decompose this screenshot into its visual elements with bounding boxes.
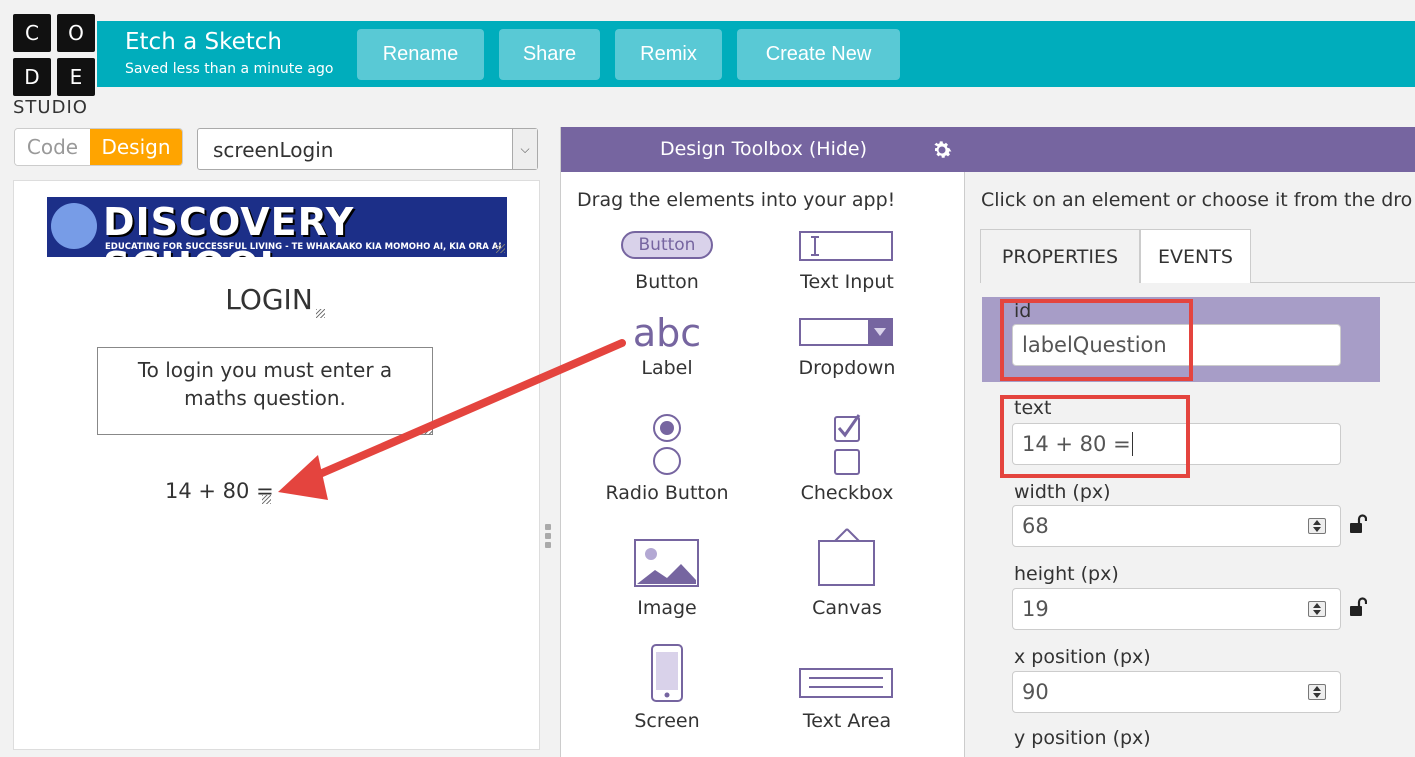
id-highlight-box — [1000, 299, 1193, 381]
properties-hint: Click on an element or choose it from th… — [981, 189, 1413, 211]
app-preview-canvas[interactable]: DISCOVERY SCHOOL EDUCATING FOR SUCCESSFU… — [13, 180, 540, 750]
text-input-icon — [799, 231, 893, 261]
toolbox-item-canvas[interactable]: Canvas — [757, 527, 937, 622]
button-icon: Button — [577, 231, 757, 261]
resize-handle-icon[interactable] — [496, 244, 505, 253]
school-banner-image[interactable]: DISCOVERY SCHOOL EDUCATING FOR SUCCESSFU… — [47, 197, 507, 257]
screen-icon — [651, 644, 683, 702]
toolbox-item-label: Radio Button — [605, 482, 729, 504]
toolbox-item-label: Checkbox — [800, 482, 894, 504]
toolbox-hint: Drag the elements into your app! — [577, 189, 896, 211]
toolbox-header[interactable]: Design Toolbox (Hide) — [561, 127, 966, 172]
tab-events[interactable]: EVENTS — [1140, 229, 1251, 283]
unlock-icon[interactable] — [1349, 514, 1367, 534]
tab-divider — [1251, 282, 1415, 283]
toolbox-item-button[interactable]: Button Button — [577, 227, 757, 297]
save-status: Saved less than a minute ago — [125, 61, 334, 77]
project-name: Etch a Sketch — [125, 29, 282, 55]
logo-studio-text: STUDIO — [13, 97, 88, 118]
chevron-down-icon[interactable]: ⌵ — [512, 129, 537, 169]
login-message-textarea[interactable]: To login you must enter a maths question… — [97, 347, 433, 435]
toolbox-item-screen[interactable]: Screen — [577, 642, 757, 732]
width-field-label: width (px) — [1014, 481, 1111, 503]
gear-icon[interactable] — [930, 138, 954, 162]
toolbox-item-label-element[interactable]: abc Label — [577, 312, 757, 387]
code-mode-button[interactable]: Code — [15, 129, 90, 165]
rename-button[interactable]: Rename — [357, 29, 484, 80]
toolbox-item-radio-button[interactable]: Radio Button — [577, 407, 757, 507]
resize-handle-icon[interactable] — [316, 309, 325, 318]
login-title-label[interactable]: LOGIN — [14, 283, 524, 316]
dropdown-icon — [799, 318, 893, 346]
height-stepper[interactable] — [1308, 601, 1326, 617]
toolbox-item-label: Button — [635, 271, 699, 293]
share-button[interactable]: Share — [499, 29, 600, 80]
toolbox-item-dropdown[interactable]: Dropdown — [757, 312, 937, 387]
x-position-stepper[interactable] — [1308, 684, 1326, 700]
toolbox-item-label: Label — [641, 357, 693, 379]
toolbox-item-label: Text Input — [800, 271, 894, 293]
toolbox-item-label: Screen — [634, 710, 700, 732]
x-position-field-label: x position (px) — [1014, 646, 1151, 668]
label-icon: abc — [632, 311, 702, 355]
toolbox-item-text-area[interactable]: Text Area — [757, 642, 937, 732]
screen-dropdown-value: screenLogin — [213, 138, 334, 162]
header-bar: Etch a Sketch Saved less than a minute a… — [97, 21, 1415, 87]
x-position-field[interactable]: 90 — [1012, 671, 1341, 713]
toolbox-item-label: Dropdown — [798, 357, 896, 379]
design-toolbox: Design Toolbox (Hide) Drag the elements … — [560, 127, 966, 757]
remix-button[interactable]: Remix — [615, 29, 722, 80]
code-studio-logo[interactable]: C O D E STUDIO — [13, 14, 97, 118]
logo-letter-c: C — [13, 14, 51, 52]
radio-button-icon — [653, 414, 681, 475]
banner-emblem-icon — [51, 203, 97, 249]
properties-header — [966, 127, 1415, 172]
canvas-icon — [818, 528, 875, 586]
screen-dropdown[interactable]: screenLogin ⌵ — [197, 128, 538, 170]
code-design-toggle: Code Design — [14, 128, 183, 166]
banner-subtitle: EDUCATING FOR SUCCESSFUL LIVING - TE WHA… — [105, 242, 502, 252]
y-position-field-label: y position (px) — [1014, 727, 1151, 749]
properties-panel: Click on an element or choose it from th… — [966, 127, 1415, 757]
toolbox-item-label: Text Area — [802, 710, 892, 732]
resize-handle-icon[interactable] — [424, 426, 433, 435]
checkbox-icon — [834, 414, 861, 475]
panel-splitter-handle[interactable] — [545, 524, 553, 554]
toolbox-item-text-input[interactable]: Text Input — [757, 227, 937, 297]
height-field[interactable]: 19 — [1012, 588, 1341, 630]
text-area-icon — [799, 668, 893, 698]
properties-tabs: PROPERTIES EVENTS — [980, 229, 1251, 283]
image-icon — [634, 539, 699, 587]
toolbox-item-checkbox[interactable]: Checkbox — [757, 407, 937, 507]
width-field[interactable]: 68 — [1012, 505, 1341, 547]
toolbox-item-image[interactable]: Image — [577, 532, 757, 622]
height-field-label: height (px) — [1014, 563, 1119, 585]
design-mode-button[interactable]: Design — [90, 129, 182, 165]
logo-letter-d: D — [13, 58, 51, 96]
unlock-icon[interactable] — [1349, 597, 1367, 617]
toolbox-title[interactable]: Design Toolbox (Hide) — [660, 138, 867, 160]
text-highlight-box — [1000, 395, 1190, 478]
logo-letter-e: E — [57, 58, 95, 96]
logo-letter-o: O — [57, 14, 95, 52]
toolbox-item-label: Image — [637, 597, 697, 619]
width-stepper[interactable] — [1308, 518, 1326, 534]
question-label[interactable]: 14 + 80 = — [165, 479, 274, 503]
create-new-button[interactable]: Create New — [737, 29, 900, 80]
toolbox-item-label: Canvas — [812, 597, 882, 619]
tab-properties[interactable]: PROPERTIES — [980, 229, 1140, 283]
resize-handle-icon[interactable] — [262, 495, 271, 504]
